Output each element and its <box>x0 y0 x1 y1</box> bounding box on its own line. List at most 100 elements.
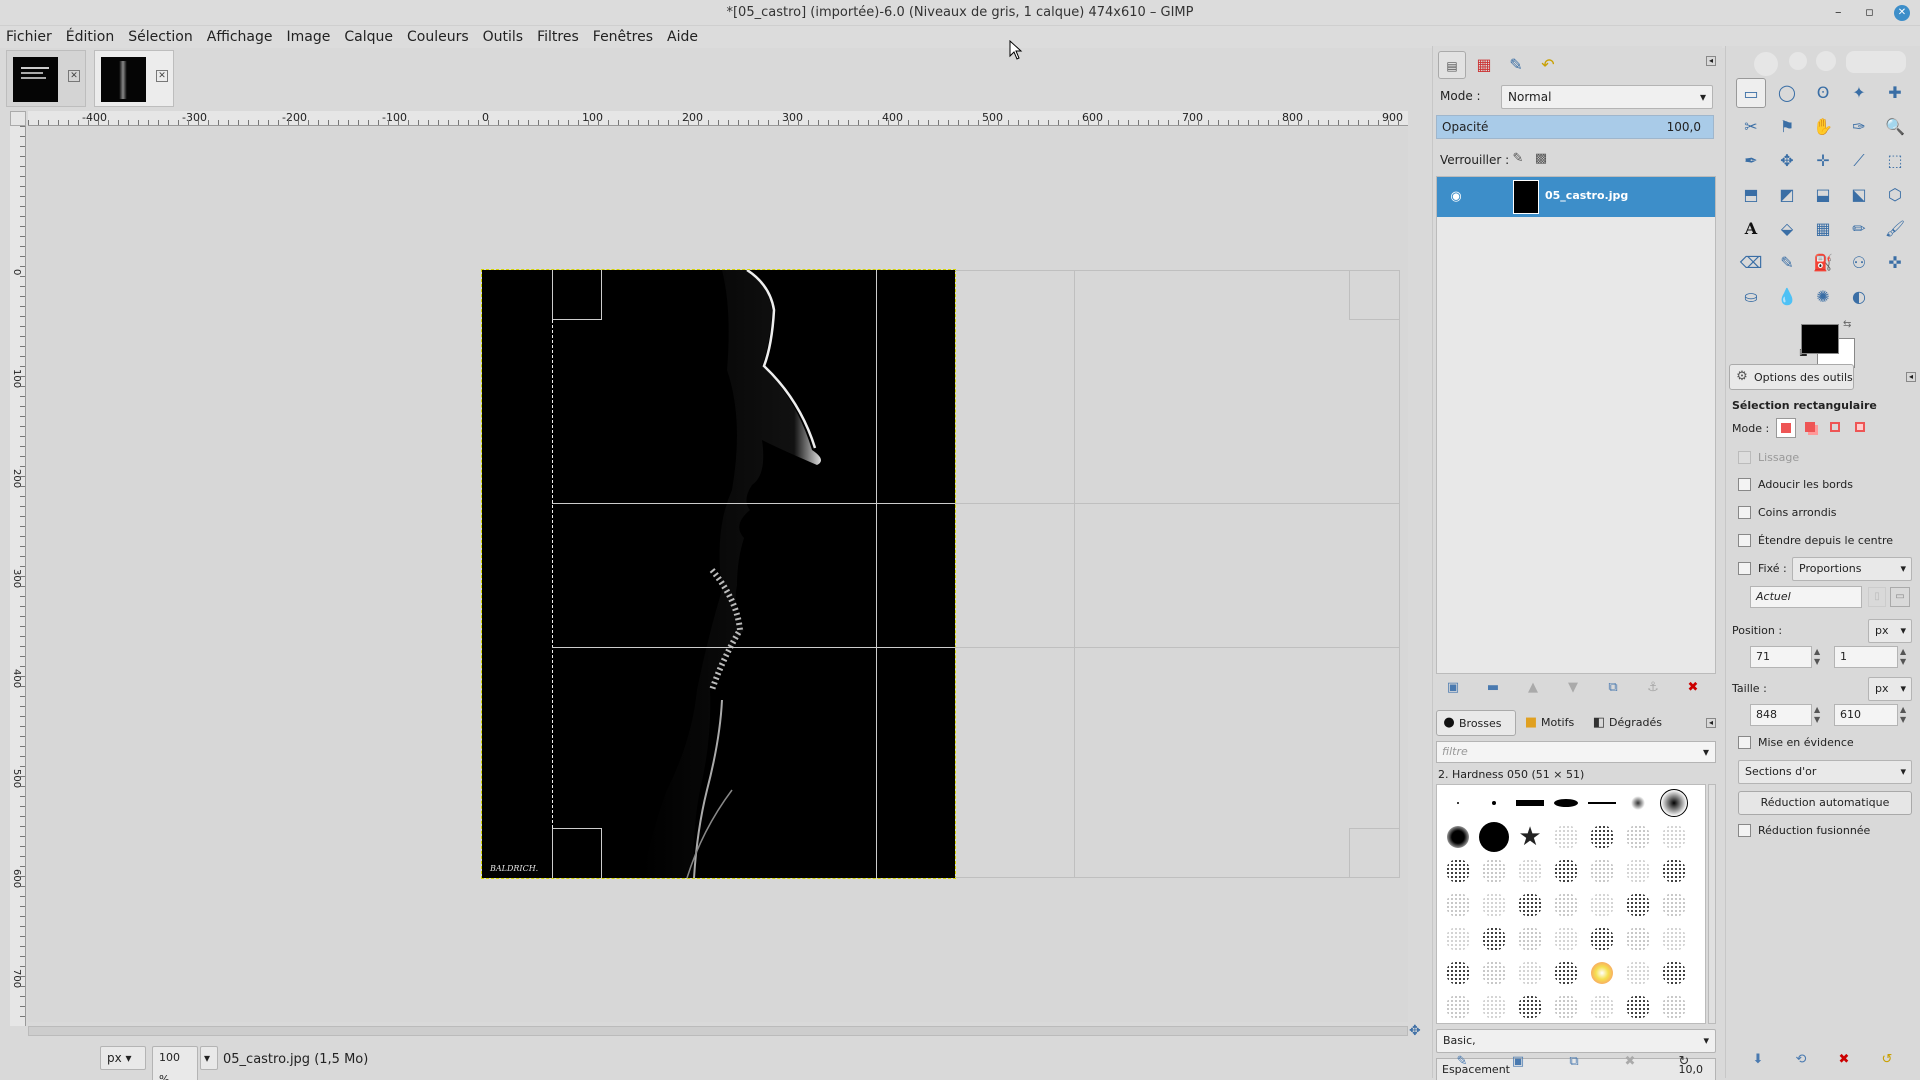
crop-icon[interactable]: ⟋ <box>1844 146 1874 176</box>
menu-fichier[interactable]: Fichier <box>0 26 59 48</box>
etendre-checkbox[interactable] <box>1738 534 1751 547</box>
brush-item[interactable] <box>1659 992 1689 1022</box>
edit-brush-icon[interactable]: ✎ <box>1451 1052 1473 1072</box>
image-tab[interactable]: ✕ <box>6 50 86 107</box>
horizontal-scrollbar[interactable] <box>28 1026 1408 1036</box>
new-layer-icon[interactable]: ▣ <box>1442 678 1464 698</box>
fixe-select[interactable]: Proportions ▾ <box>1792 557 1912 581</box>
free-select-icon[interactable]: ʘ <box>1808 78 1838 108</box>
text-icon[interactable]: A <box>1736 214 1766 244</box>
mode-add-button[interactable] <box>1801 418 1821 438</box>
unit-select[interactable]: px ▾ <box>100 1046 146 1070</box>
lower-layer-icon[interactable]: ▼ <box>1562 678 1584 698</box>
brush-item[interactable] <box>1587 992 1617 1022</box>
adoucir-checkbox[interactable] <box>1738 478 1751 491</box>
position-x-input[interactable]: 71 <box>1750 646 1812 668</box>
brushes-tab[interactable]: ● Brosses <box>1436 710 1516 736</box>
gradients-tab[interactable]: ◧ Dégradés <box>1587 710 1667 736</box>
brush-item[interactable] <box>1479 958 1509 988</box>
move-icon[interactable]: ✥ <box>1772 146 1802 176</box>
brush-item[interactable] <box>1443 856 1473 886</box>
brush-item[interactable] <box>1623 924 1653 954</box>
brush-item[interactable] <box>1443 890 1473 920</box>
reduction-auto-button[interactable]: Réduction automatique <box>1738 791 1912 815</box>
delete-options-icon[interactable]: ✖ <box>1833 1050 1855 1070</box>
menu-aide[interactable]: Aide <box>660 26 705 48</box>
rect-select-icon[interactable]: ▭ <box>1736 78 1766 108</box>
zoom-icon[interactable]: 🔍 <box>1880 112 1910 142</box>
brush-item[interactable] <box>1551 992 1581 1022</box>
mode-subtract-button[interactable] <box>1826 418 1846 438</box>
quick-mask-corner[interactable] <box>10 111 26 126</box>
delete-brush-icon[interactable]: ✖ <box>1619 1052 1641 1072</box>
landscape-button[interactable]: ▭ <box>1890 587 1910 607</box>
brush-item[interactable]: ★ <box>1515 822 1545 852</box>
brush-item[interactable] <box>1443 924 1473 954</box>
swap-colors-icon[interactable]: ⇆ <box>1843 319 1851 330</box>
heal-icon[interactable]: ✜ <box>1880 248 1910 278</box>
brush-item[interactable] <box>1587 822 1617 852</box>
ellipse-select-icon[interactable]: ◯ <box>1772 78 1802 108</box>
anchor-layer-icon[interactable]: ⚓ <box>1642 678 1664 698</box>
mode-intersect-button[interactable] <box>1851 418 1871 438</box>
menu-selection[interactable]: Sélection <box>121 26 200 48</box>
zoom-input[interactable]: 100 % <box>152 1046 198 1080</box>
align-icon[interactable]: ✛ <box>1808 146 1838 176</box>
close-button[interactable]: ✕ <box>1894 5 1910 21</box>
brush-filter-input[interactable]: filtre ▾ <box>1436 741 1716 763</box>
refresh-brushes-icon[interactable]: ↻ <box>1673 1052 1695 1072</box>
brush-item[interactable] <box>1515 788 1545 818</box>
brush-item[interactable] <box>1515 958 1545 988</box>
color-picker-icon[interactable]: ✑ <box>1844 112 1874 142</box>
paintbrush-icon[interactable]: 🖌 <box>1880 214 1910 244</box>
brush-item[interactable] <box>1443 788 1473 818</box>
image-layer[interactable]: BALDRICH. <box>481 269 956 879</box>
coins-checkbox[interactable] <box>1738 506 1751 519</box>
brush-item[interactable] <box>1659 822 1689 852</box>
position-y-input[interactable]: 1 <box>1834 646 1898 668</box>
brush-item[interactable] <box>1659 856 1689 886</box>
brush-item[interactable] <box>1443 992 1473 1022</box>
stepper-icon[interactable]: ▲ ▼ <box>1814 705 1824 725</box>
fuzzy-select-icon[interactable]: ✦ <box>1844 78 1874 108</box>
reduction-fusion-checkbox[interactable] <box>1738 824 1751 837</box>
menu-image[interactable]: Image <box>280 26 338 48</box>
duplicate-layer-icon[interactable]: ⧉ <box>1602 678 1624 698</box>
reset-options-icon[interactable]: ↺ <box>1876 1050 1898 1070</box>
dock-menu-icon[interactable]: ◂ <box>1706 56 1716 66</box>
brush-item[interactable] <box>1659 924 1689 954</box>
brush-item[interactable] <box>1623 958 1653 988</box>
lock-alpha-icon[interactable]: ▩ <box>1530 149 1552 169</box>
brush-grid[interactable]: ★ <box>1436 784 1706 1024</box>
brush-item[interactable] <box>1443 958 1473 988</box>
scissors-select-icon[interactable]: ✂ <box>1736 112 1766 142</box>
brush-scrollbar[interactable] <box>1708 784 1716 1024</box>
lock-pixels-icon[interactable]: ✎ <box>1507 149 1529 169</box>
tab-close-icon[interactable]: ✕ <box>68 70 80 82</box>
brush-item[interactable] <box>1443 822 1473 852</box>
restore-options-icon[interactable]: ⟲ <box>1790 1050 1812 1070</box>
scale-icon[interactable]: ◩ <box>1772 180 1802 210</box>
tool-options-menu-icon[interactable]: ◂ <box>1906 372 1916 382</box>
brush-dock-menu-icon[interactable]: ◂ <box>1706 718 1716 728</box>
menu-edition[interactable]: Édition <box>59 26 121 48</box>
layer-row[interactable]: ◉ 05_castro.jpg <box>1437 177 1715 217</box>
vertical-ruler[interactable]: 0 100 200 300 400 500 600 700 <box>10 126 26 1026</box>
taille-h-input[interactable]: 610 <box>1834 704 1898 726</box>
brush-item[interactable] <box>1551 890 1581 920</box>
horizontal-ruler[interactable]: -400 -300 -200 -100 0 100 200 300 400 50… <box>28 111 1408 126</box>
brush-item[interactable] <box>1623 890 1653 920</box>
foreground-select-icon[interactable]: ⚑ <box>1772 112 1802 142</box>
brush-item[interactable] <box>1623 788 1653 818</box>
brush-item[interactable] <box>1587 788 1617 818</box>
portrait-button[interactable]: ▯ <box>1868 587 1886 607</box>
stepper-icon[interactable]: ▲ ▼ <box>1814 647 1824 667</box>
new-brush-icon[interactable]: ▣ <box>1507 1052 1529 1072</box>
brush-item[interactable] <box>1551 856 1581 886</box>
brush-item[interactable] <box>1623 856 1653 886</box>
brush-item[interactable] <box>1479 992 1509 1022</box>
image-tab-active[interactable]: ✕ <box>94 50 174 107</box>
stepper-icon[interactable]: ▲ ▼ <box>1900 705 1910 725</box>
brush-item[interactable] <box>1551 958 1581 988</box>
gradient-icon[interactable]: ▦ <box>1808 214 1838 244</box>
